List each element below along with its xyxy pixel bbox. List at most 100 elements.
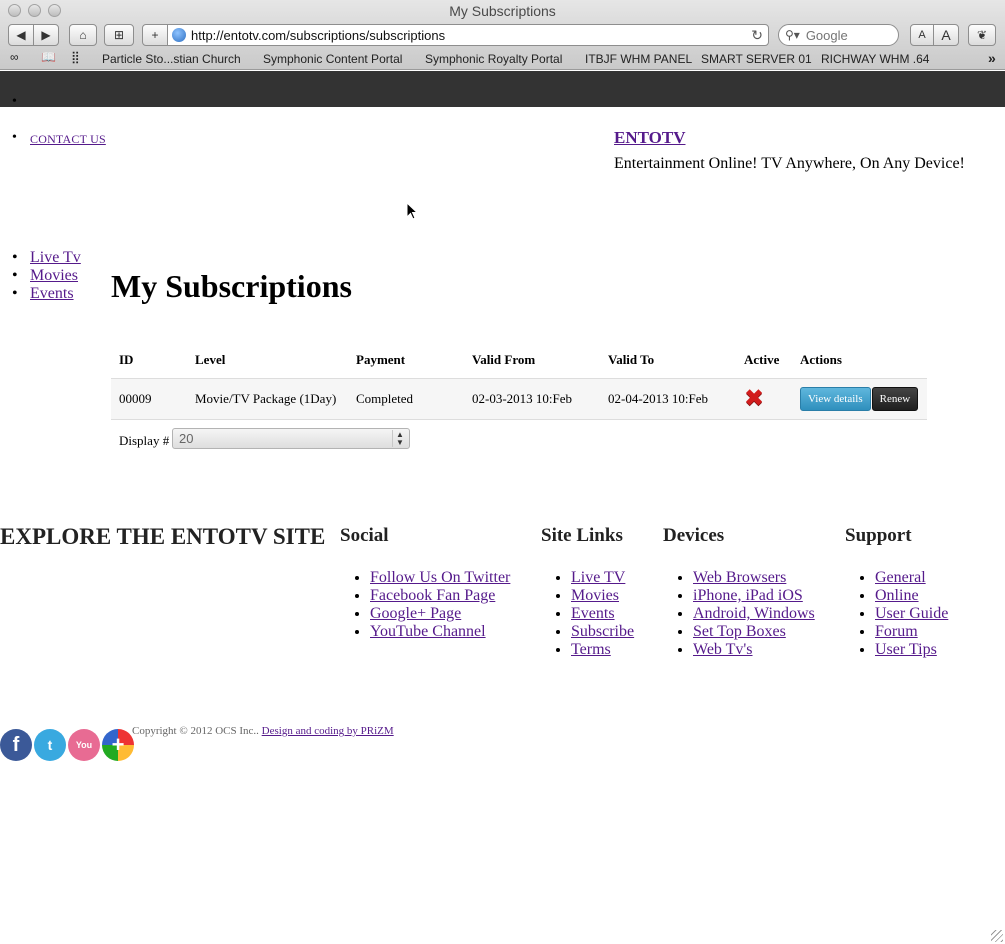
credit-link[interactable]: Design and coding by PRiZM bbox=[262, 725, 394, 737]
list-item: Live TV bbox=[571, 569, 634, 587]
set-top-boxes-link[interactable]: Set Top Boxes bbox=[693, 623, 786, 640]
mouse-cursor-icon bbox=[406, 202, 418, 220]
window-title: My Subscriptions bbox=[449, 3, 556, 19]
list-item: User Tips bbox=[875, 641, 948, 659]
extension-button[interactable]: ❦ bbox=[968, 24, 996, 46]
page-title: My Subscriptions bbox=[111, 268, 352, 304]
search-field[interactable]: ⚲▾ bbox=[778, 24, 899, 46]
copyright-text: Copyright © 2012 OCS Inc.. bbox=[132, 725, 259, 737]
search-input[interactable] bbox=[803, 26, 884, 44]
youtube-icon[interactable]: You bbox=[68, 729, 100, 761]
googleplus-icon[interactable]: + bbox=[102, 729, 134, 761]
bookmark-item[interactable]: ITBJF WHM PANEL bbox=[585, 52, 692, 66]
bookmark-item[interactable]: Symphonic Royalty Portal bbox=[425, 52, 562, 66]
copyright: Copyright © 2012 OCS Inc.. Design and co… bbox=[132, 725, 394, 737]
list-item: Follow Us On Twitter bbox=[370, 569, 510, 587]
support-online-link[interactable]: Online bbox=[875, 587, 919, 604]
web-tvs-link[interactable]: Web Tv's bbox=[693, 641, 753, 658]
list-item: Terms bbox=[571, 641, 634, 659]
view-details-button[interactable]: View details bbox=[800, 386, 871, 411]
live-tv-link[interactable]: Live Tv bbox=[30, 249, 81, 267]
new-tab-button[interactable]: + bbox=[142, 24, 168, 46]
address-bar[interactable]: http://entotv.com/subscriptions/subscrip… bbox=[167, 24, 769, 46]
facebook-icon[interactable]: f bbox=[0, 729, 32, 761]
side-nav-item-movies: • Movies bbox=[12, 267, 78, 285]
web-browsers-link[interactable]: Web Browsers bbox=[693, 569, 786, 586]
footer-terms-link[interactable]: Terms bbox=[571, 641, 611, 658]
support-general-link[interactable]: General bbox=[875, 569, 926, 586]
footer-subscribe-link[interactable]: Subscribe bbox=[571, 623, 634, 640]
events-link[interactable]: Events bbox=[30, 285, 74, 303]
android-windows-link[interactable]: Android, Windows bbox=[693, 605, 815, 622]
resize-grip-icon[interactable] bbox=[991, 930, 1003, 942]
footer-heading-social: Social bbox=[340, 525, 389, 546]
add-bookmark-button[interactable]: ⊞ bbox=[104, 24, 134, 46]
bookmark-item[interactable]: SMART SERVER 01 bbox=[701, 52, 812, 66]
footer-live-tv-link[interactable]: Live TV bbox=[571, 569, 625, 586]
twitter-link[interactable]: Follow Us On Twitter bbox=[370, 569, 510, 586]
column-header-valid-from: Valid From bbox=[464, 342, 600, 379]
footer-events-link[interactable]: Events bbox=[571, 605, 615, 622]
back-button[interactable]: ◀ bbox=[8, 24, 34, 46]
list-bullet: • bbox=[12, 94, 17, 109]
display-count-value: 20 bbox=[179, 431, 194, 446]
arrow-right-icon: ▶ bbox=[41, 28, 51, 42]
cell-valid-to: 02-04-2013 10:Feb bbox=[600, 378, 736, 420]
list-item: Web Browsers bbox=[693, 569, 815, 587]
social-icons: f t You + bbox=[0, 729, 134, 761]
text-larger-button[interactable]: A bbox=[933, 24, 959, 46]
footer-movies-link[interactable]: Movies bbox=[571, 587, 619, 604]
reload-icon[interactable]: ↻ bbox=[751, 27, 763, 44]
ios-link[interactable]: iPhone, iPad iOS bbox=[693, 587, 803, 604]
bookmark-item[interactable]: Symphonic Content Portal bbox=[263, 52, 402, 66]
list-item: YouTube Channel bbox=[370, 623, 510, 641]
display-count-label: Display # bbox=[119, 433, 170, 448]
column-header-id: ID bbox=[111, 342, 187, 379]
leaf-icon: ❦ bbox=[976, 28, 988, 42]
footer-devices-column: Devices Web Browsers iPhone, iPad iOS An… bbox=[663, 525, 815, 659]
footer-heading-site-links: Site Links bbox=[541, 525, 623, 546]
cell-actions: View details Renew bbox=[792, 378, 927, 420]
footer-social-column: Social Follow Us On Twitter Facebook Fan… bbox=[340, 525, 510, 641]
footer-support-column: Support General Online User Guide Forum … bbox=[845, 525, 948, 659]
user-tips-link[interactable]: User Tips bbox=[875, 641, 937, 658]
url-text[interactable]: http://entotv.com/subscriptions/subscrip… bbox=[191, 28, 445, 43]
bookmark-item[interactable]: Particle Sto...stian Church bbox=[102, 52, 241, 66]
list-item: Google+ Page bbox=[370, 605, 510, 623]
forward-button[interactable]: ▶ bbox=[33, 24, 59, 46]
bookmarks-bar: ∞ 📖 ⣿ Particle Sto...stian Church Sympho… bbox=[0, 50, 1005, 68]
list-item: iPhone, iPad iOS bbox=[693, 587, 815, 605]
list-item: Online bbox=[875, 587, 948, 605]
bookmark-add-icon: ⊞ bbox=[113, 28, 125, 42]
twitter-icon[interactable]: t bbox=[34, 729, 66, 761]
list-bullet: • bbox=[12, 130, 17, 145]
footer-site-links-column: Site Links Live TV Movies Events Subscri… bbox=[541, 525, 634, 659]
side-nav-item-events: • Events bbox=[12, 285, 74, 303]
brand-name-link[interactable]: ENTOTV bbox=[614, 128, 686, 148]
contact-us-link[interactable]: CONTACT US bbox=[30, 132, 106, 147]
side-nav: • Live Tv • Movies • Events bbox=[12, 249, 81, 303]
display-count-select[interactable]: 20 ▲ ▼ bbox=[172, 428, 410, 449]
forum-link[interactable]: Forum bbox=[875, 623, 918, 640]
browser-chrome: My Subscriptions ◀ ▶ ⌂ ⊞ + http://entotv… bbox=[0, 0, 1005, 70]
plus-icon: + bbox=[151, 28, 159, 42]
user-guide-link[interactable]: User Guide bbox=[875, 605, 948, 622]
list-item: Events bbox=[571, 605, 634, 623]
reading-list-icon[interactable]: ∞ bbox=[10, 50, 19, 64]
home-button[interactable]: ⌂ bbox=[69, 24, 97, 46]
list-item: User Guide bbox=[875, 605, 948, 623]
column-header-valid-to: Valid To bbox=[600, 342, 736, 379]
text-smaller-button[interactable]: A bbox=[910, 24, 934, 46]
googleplus-link[interactable]: Google+ Page bbox=[370, 605, 461, 622]
renew-button[interactable]: Renew bbox=[871, 386, 919, 411]
top-sites-icon[interactable]: ⣿ bbox=[71, 50, 80, 64]
cell-valid-from: 02-03-2013 10:Feb bbox=[464, 378, 600, 420]
inactive-x-icon: ✖ bbox=[744, 383, 765, 412]
more-bookmarks-icon[interactable]: » bbox=[988, 50, 996, 66]
globe-icon bbox=[172, 28, 186, 42]
youtube-link[interactable]: YouTube Channel bbox=[370, 623, 486, 640]
facebook-link[interactable]: Facebook Fan Page bbox=[370, 587, 495, 604]
movies-link[interactable]: Movies bbox=[30, 267, 78, 285]
bookmarks-icon[interactable]: 📖 bbox=[41, 50, 56, 64]
bookmark-item[interactable]: RICHWAY WHM .64 bbox=[821, 52, 929, 66]
